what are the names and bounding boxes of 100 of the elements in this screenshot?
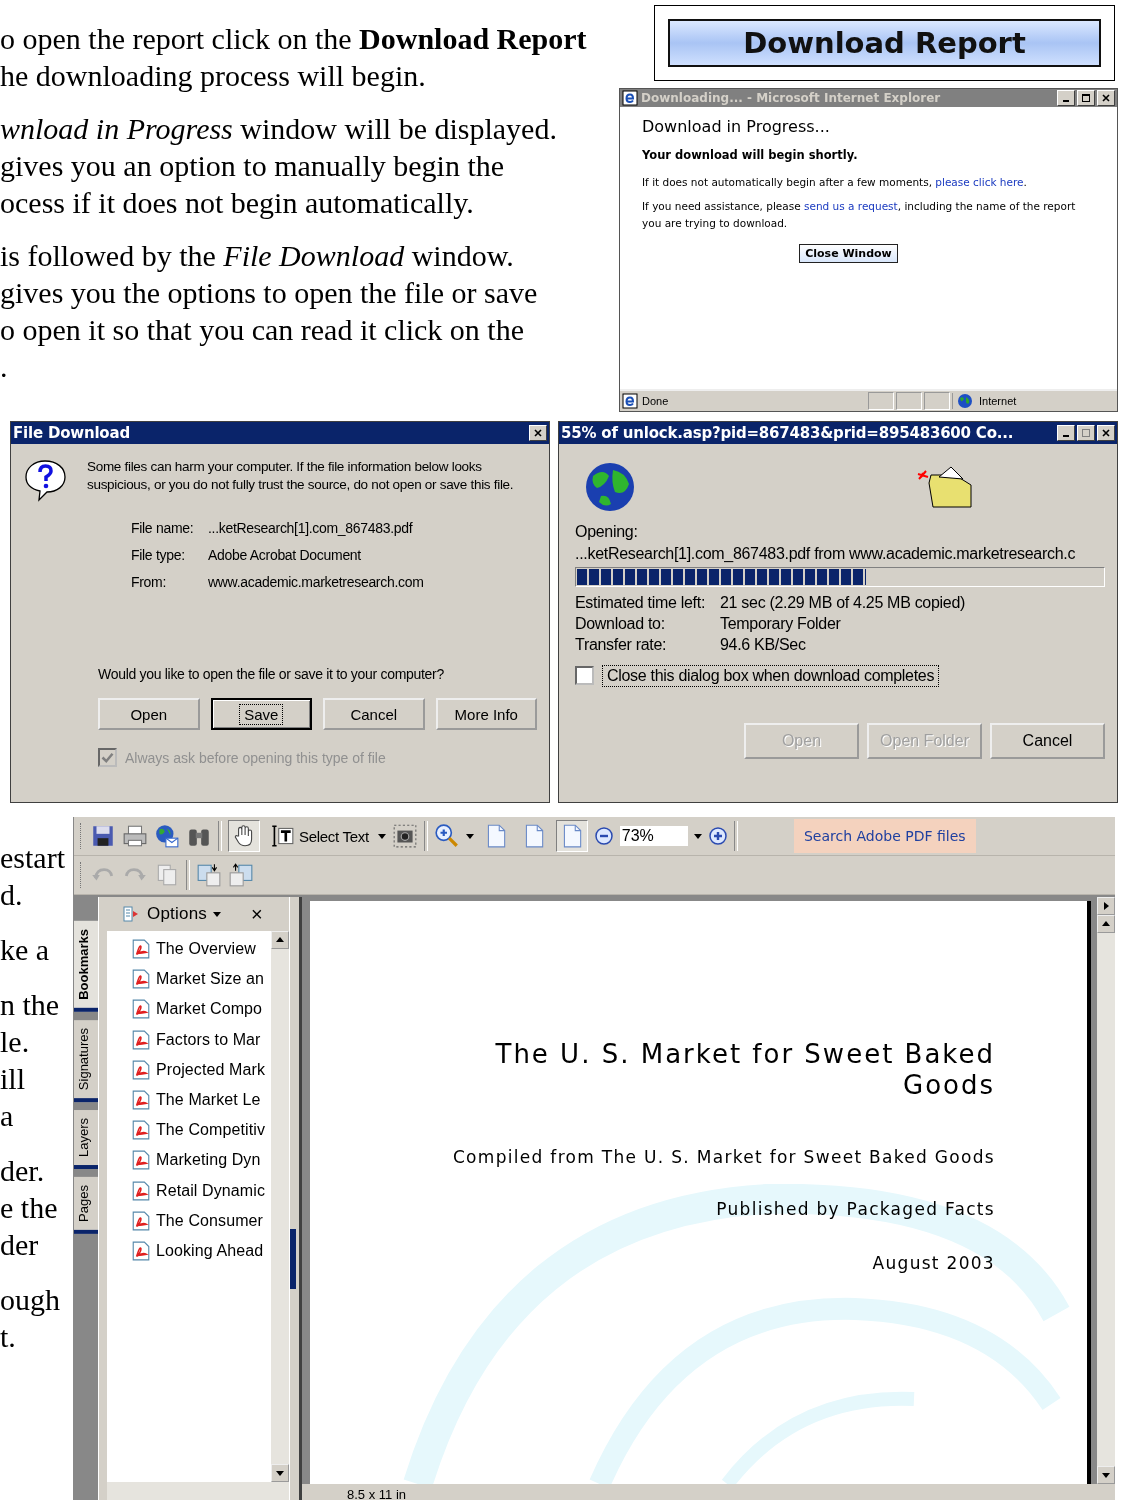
bookmark-item[interactable]: Market Compo <box>156 1000 263 1019</box>
camera-icon[interactable] <box>391 823 418 849</box>
bookmark-item[interactable]: The Consumer <box>156 1211 264 1230</box>
bookmark-item[interactable]: The Competitiv <box>156 1121 265 1140</box>
link[interactable]: please click here <box>935 176 1024 188</box>
globe-mail-icon[interactable] <box>154 823 180 849</box>
select-text-tool[interactable]: Select Text <box>266 820 372 852</box>
detail-label: Estimated time left: <box>575 594 707 612</box>
scroll-up-icon[interactable] <box>271 931 289 949</box>
document-title: The U. S. Market for Sweet Baked Goods <box>494 1039 995 1101</box>
detail-label: Download to: <box>575 615 666 633</box>
question-text: Would you like to open the file or save it to your computer? <box>98 666 445 682</box>
globe-icon <box>585 461 635 512</box>
bookmark-item[interactable]: Retail Dynamic <box>156 1181 265 1200</box>
instruction-text: o open the report click on the Download Report <box>0 21 588 57</box>
dialog-button[interactable]: Open <box>98 698 200 730</box>
page-view-button[interactable] <box>555 820 588 852</box>
browser-icon <box>622 393 638 409</box>
instruction-text: o open it so that you can read it click on the <box>0 312 526 348</box>
caret-icon[interactable] <box>465 833 474 839</box>
print-icon[interactable] <box>122 823 148 849</box>
bookmark-item[interactable]: Projected Mark <box>156 1060 265 1079</box>
search-button[interactable]: Search Adobe PDF files <box>793 819 976 853</box>
instruction-text: wnload in Progress window will be displayed. <box>0 111 558 147</box>
bookmark-item[interactable]: Marketing Dyn <box>156 1151 261 1170</box>
field-value: ...ketResearch[1].com_867483.pdf <box>208 520 413 536</box>
close-button[interactable] <box>529 425 547 441</box>
close-button[interactable]: × <box>251 902 263 926</box>
options-menu[interactable]: Options <box>147 904 207 924</box>
side-tab[interactable]: Signatures <box>74 1019 98 1102</box>
paragraph: If you need assistance, please send us a request, including the name of the report you are trying to download. <box>642 199 1077 231</box>
scroll-down-icon[interactable] <box>271 1464 289 1482</box>
zoom-field[interactable]: 73% <box>619 826 688 846</box>
instruction-text: . <box>0 349 9 385</box>
bookmark-item[interactable]: Market Size an <box>156 970 265 989</box>
scrollbar[interactable] <box>271 931 289 1482</box>
bookmark-item[interactable]: Looking Ahead <box>156 1241 264 1260</box>
hand-tool-button[interactable] <box>228 820 260 852</box>
scroll-up-icon[interactable] <box>1097 915 1115 933</box>
dialog-button[interactable]: Save <box>210 698 312 730</box>
minimize-button[interactable] <box>1057 425 1075 441</box>
caret-icon[interactable] <box>693 833 702 839</box>
dialog-button[interactable]: Cancel <box>323 698 425 730</box>
bookmark-item[interactable]: The Market Le <box>156 1091 261 1110</box>
bookmark-item[interactable]: Factors to Mar <box>156 1030 261 1049</box>
instruction-text: d. <box>0 877 24 913</box>
close-icon <box>1101 428 1111 438</box>
instruction-text: le. <box>0 1024 31 1060</box>
page-next-icon[interactable] <box>1097 897 1115 915</box>
instruction-text: is followed by the File Download window. <box>0 238 515 274</box>
panel-splitter[interactable] <box>289 897 302 1500</box>
detail-value: 94.6 KB/Sec <box>720 636 806 654</box>
pdf-document-icon <box>131 1029 151 1050</box>
pdf-document-icon <box>131 1120 151 1141</box>
document-subtitle: Compiled from The U. S. Market for Sweet Baked Goods <box>452 1147 995 1167</box>
scroll-down-icon[interactable] <box>1097 1466 1115 1484</box>
window-title: File Download <box>13 424 131 442</box>
instruction-text: ocess if it does not begin automatically. <box>0 185 475 221</box>
status-panel <box>896 392 922 410</box>
zoom-in-icon[interactable] <box>707 826 728 846</box>
caret-icon[interactable] <box>213 911 221 917</box>
close-window-button[interactable]: Close Window <box>799 244 898 263</box>
close-button[interactable] <box>1097 425 1115 441</box>
publisher-text: Published by Packaged Facts <box>716 1199 995 1219</box>
download-report-button[interactable]: Download Report <box>668 19 1101 67</box>
dialog-button[interactable]: More Info <box>435 698 537 730</box>
detail-value: 21 sec (2.29 MB of 4.25 MB copied) <box>720 594 966 612</box>
status-text: Done <box>642 395 670 407</box>
detail-value: Temporary Folder <box>720 615 841 633</box>
scrollbar[interactable] <box>1097 897 1115 1484</box>
zoom-in-icon[interactable] <box>433 823 460 849</box>
status-panel <box>924 392 950 410</box>
page-heading: Download in Progress... <box>642 117 831 136</box>
status-panel <box>868 392 894 410</box>
maximize-button[interactable] <box>1077 425 1095 441</box>
bookmark-item[interactable]: The Overview <box>156 940 256 959</box>
minimize-button[interactable] <box>1057 90 1075 106</box>
folder-icon <box>915 464 975 509</box>
side-tab[interactable]: Bookmarks <box>74 921 98 1012</box>
maximize-button[interactable] <box>1077 90 1095 106</box>
save-icon[interactable] <box>90 823 116 849</box>
page-rotate-icon[interactable] <box>196 862 222 888</box>
checkbox[interactable] <box>575 666 594 685</box>
zoom-out-icon[interactable] <box>593 826 614 846</box>
side-tab[interactable]: Pages <box>74 1177 98 1234</box>
page-rotate-icon[interactable] <box>228 862 254 888</box>
opening-label: Opening: <box>575 523 639 541</box>
pdf-document-icon <box>131 1240 151 1261</box>
close-icon <box>1101 93 1111 103</box>
window-title: Downloading... - Microsoft Internet Explorer <box>641 91 942 105</box>
caret-icon[interactable] <box>377 833 386 839</box>
scrollbar[interactable] <box>107 1482 289 1500</box>
side-tab[interactable]: Layers <box>74 1109 98 1169</box>
instruction-text: gives you the options to open the file or save <box>0 275 539 311</box>
instruction-text: der. <box>0 1153 46 1189</box>
dialog-button[interactable]: Cancel <box>990 723 1105 759</box>
close-button[interactable] <box>1097 90 1115 106</box>
link[interactable]: send us a request <box>803 200 898 212</box>
field-label: File type: <box>131 547 186 563</box>
pdf-document-icon <box>131 1090 151 1111</box>
